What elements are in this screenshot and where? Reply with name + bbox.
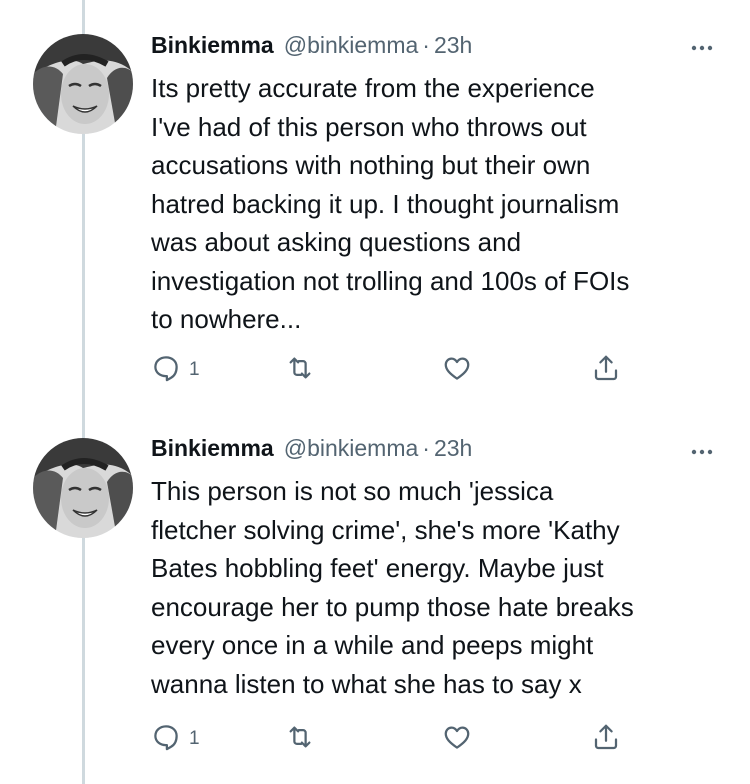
like-button[interactable] [442,721,472,757]
like-icon [442,722,472,757]
share-button[interactable] [591,721,621,757]
tweet-text: Its pretty accurate from the experience … [151,73,630,334]
tweet-header: Binkiemma @binkiemma · 23h [151,32,700,66]
retweet-button[interactable] [284,352,316,388]
tweet[interactable]: Binkiemma @binkiemma · 23h Its pretty ac… [0,0,750,400]
more-icon[interactable] [687,442,717,462]
separator-dot: · [422,32,430,58]
share-button[interactable] [591,352,621,388]
avatar[interactable] [33,34,133,134]
share-icon [591,722,621,757]
author-handle[interactable]: @binkiemma [284,32,419,59]
tweet-text: This person is not so much 'jessica flet… [151,476,634,699]
tweet-actions: 1 [151,352,631,388]
avatar[interactable] [33,438,133,538]
reply-count: 1 [189,728,200,749]
like-button[interactable] [442,352,472,388]
timestamp[interactable]: 23h [434,32,472,59]
reply-icon [151,353,181,388]
more-icon[interactable] [687,38,717,58]
author-name[interactable]: Binkiemma [151,32,274,59]
reply-count: 1 [189,359,200,380]
tweet[interactable]: Binkiemma @binkiemma · 23h This person i… [0,400,750,784]
tweet-header: Binkiemma @binkiemma · 23h [151,435,700,469]
author-name[interactable]: Binkiemma [151,435,274,462]
retweet-button[interactable] [284,721,316,757]
tweet-actions: 1 [151,721,631,757]
reply-button[interactable]: 1 [151,352,200,388]
share-icon [591,353,621,388]
reply-button[interactable]: 1 [151,721,200,757]
author-handle[interactable]: @binkiemma [284,435,419,462]
timestamp[interactable]: 23h [434,435,472,462]
separator-dot: · [422,435,430,461]
retweet-icon [284,722,316,757]
reply-icon [151,722,181,757]
retweet-icon [284,353,316,388]
like-icon [442,353,472,388]
